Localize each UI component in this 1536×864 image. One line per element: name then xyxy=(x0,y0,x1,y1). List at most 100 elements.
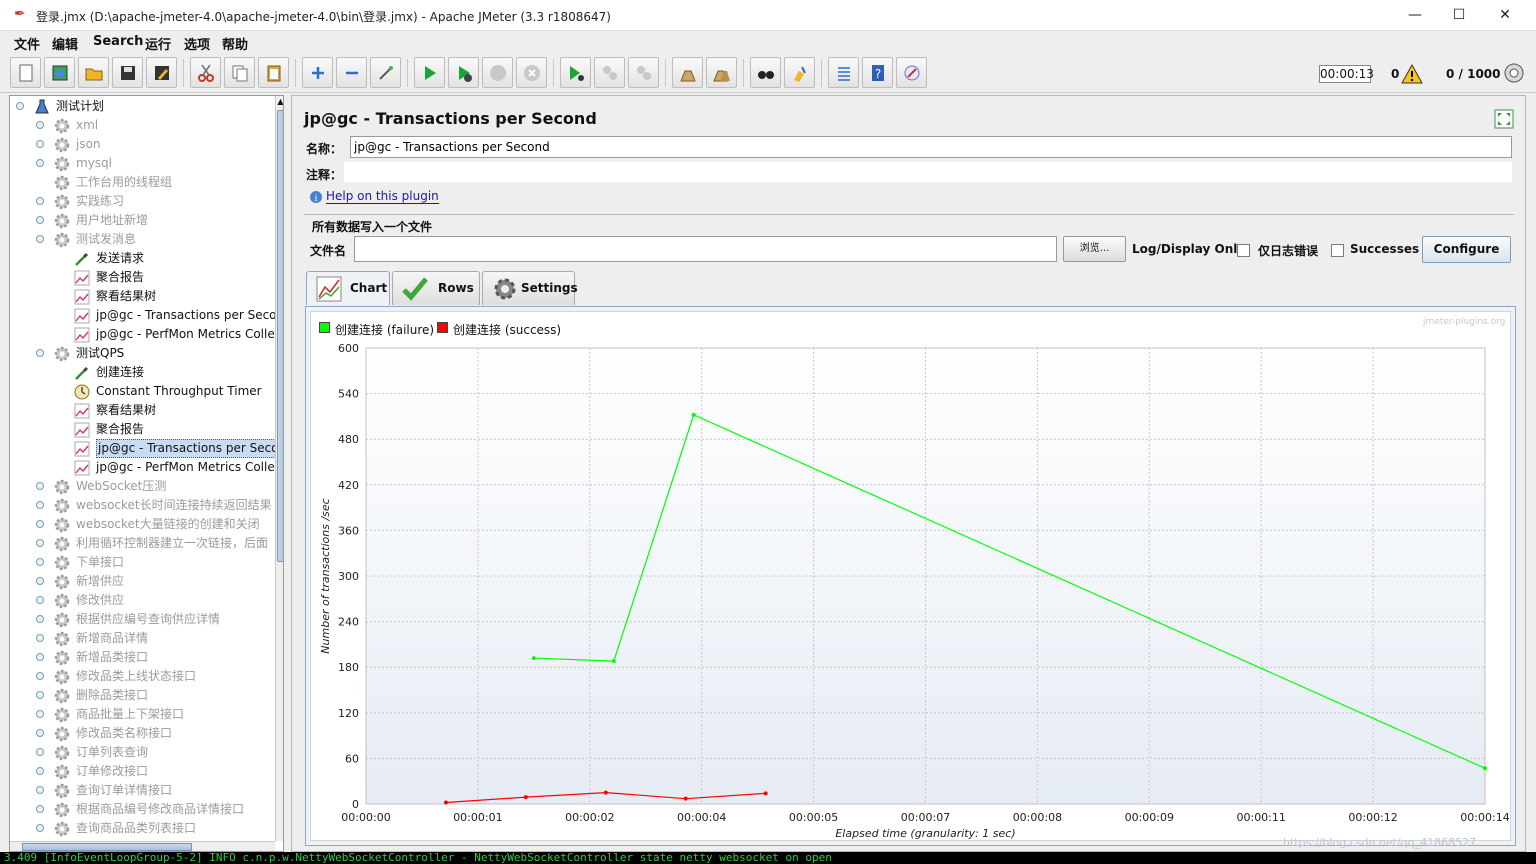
minimize-button[interactable]: — xyxy=(1393,3,1437,27)
successes-checkbox[interactable] xyxy=(1331,244,1344,257)
tree-expand-toggle-icon[interactable] xyxy=(36,197,44,205)
tab-rows[interactable]: Rows xyxy=(392,271,480,305)
tree-expand-toggle-icon[interactable] xyxy=(36,140,44,148)
tree-expand-toggle-icon[interactable] xyxy=(36,691,44,699)
remote-shutdown-button[interactable] xyxy=(628,57,659,88)
data-point xyxy=(1483,766,1487,771)
filename-input[interactable] xyxy=(354,236,1057,262)
maximize-panel-icon[interactable] xyxy=(1494,109,1514,129)
tree-expand-toggle-icon[interactable] xyxy=(36,824,44,832)
save-button[interactable] xyxy=(112,57,143,88)
tab-chart-label: Chart xyxy=(350,281,388,295)
menu-file[interactable]: 文件 xyxy=(14,34,40,53)
play-no-timer-icon xyxy=(459,66,472,82)
tree-expand-toggle-icon[interactable] xyxy=(36,159,44,167)
expand-all-button[interactable] xyxy=(302,57,333,88)
tree-expand-toggle-icon[interactable] xyxy=(36,558,44,566)
shutdown-button[interactable] xyxy=(516,57,547,88)
tree-expand-toggle-icon[interactable] xyxy=(36,634,44,642)
tree-expand-toggle-icon[interactable] xyxy=(36,767,44,775)
tree-expand-toggle-icon[interactable] xyxy=(36,520,44,528)
test-plan-tree[interactable]: 测试计划 xml json mysql 工作台用的线程组 实践练习 用户地址新增 测试发消息发… xyxy=(9,95,284,852)
tree-horizontal-scrollbar[interactable] xyxy=(10,841,275,851)
help-button[interactable]: ? xyxy=(862,57,893,88)
remote-start-button[interactable] xyxy=(560,57,591,88)
open-button[interactable] xyxy=(78,57,109,88)
tree-expand-toggle-icon[interactable] xyxy=(36,121,44,129)
tree-expand-toggle-icon[interactable] xyxy=(36,805,44,813)
templates-icon xyxy=(52,65,68,81)
tree-expand-toggle-icon[interactable] xyxy=(16,102,24,110)
save-edit-icon xyxy=(155,66,169,80)
collapse-all-button[interactable] xyxy=(336,57,367,88)
tree-node-label: json xyxy=(76,137,101,151)
maximize-button[interactable]: ☐ xyxy=(1437,3,1481,27)
tree-expand-toggle-icon[interactable] xyxy=(36,501,44,509)
configure-button[interactable]: Configure xyxy=(1422,236,1511,263)
menu-edit[interactable]: 编辑 xyxy=(52,34,78,53)
graph-icon xyxy=(74,308,90,324)
start-no-pause-button[interactable] xyxy=(448,57,479,88)
menu-search[interactable]: Search xyxy=(93,34,143,49)
start-button[interactable] xyxy=(414,57,445,88)
tree-expand-toggle-icon[interactable] xyxy=(36,577,44,585)
data-point xyxy=(611,659,616,664)
toggle-button[interactable] xyxy=(370,57,401,88)
tree-expand-toggle-icon[interactable] xyxy=(36,235,44,243)
tree-node-label: 根据商品编号修改商品详情接口 xyxy=(76,802,245,816)
name-label: 名称： xyxy=(306,142,343,156)
function-helper-button[interactable] xyxy=(828,57,859,88)
tree-expand-toggle-icon[interactable] xyxy=(36,729,44,737)
tree-expand-toggle-icon[interactable] xyxy=(36,596,44,604)
search-button[interactable] xyxy=(750,57,781,88)
tree-expand-toggle-icon[interactable] xyxy=(36,710,44,718)
warning-icon[interactable] xyxy=(1401,64,1423,84)
tab-chart[interactable]: Chart xyxy=(306,271,390,305)
menu-options[interactable]: 选项 xyxy=(184,34,210,53)
browse-button[interactable]: 浏览... xyxy=(1063,236,1126,262)
tree-scroll-thumb[interactable] xyxy=(277,110,283,562)
copy-button[interactable] xyxy=(224,57,255,88)
tree-expand-toggle-icon[interactable] xyxy=(36,786,44,794)
new-button[interactable] xyxy=(10,57,41,88)
cut-button[interactable] xyxy=(190,57,221,88)
remote-stop-button[interactable] xyxy=(594,57,625,88)
clear-button[interactable] xyxy=(672,57,703,88)
paste-button[interactable] xyxy=(258,57,289,88)
tree-expand-toggle-icon[interactable] xyxy=(36,615,44,623)
close-button[interactable]: ✕ xyxy=(1483,3,1527,27)
errors-only-checkbox[interactable] xyxy=(1237,244,1250,257)
menu-run[interactable]: 运行 xyxy=(145,34,171,53)
save-as-button[interactable] xyxy=(146,57,177,88)
remote-shutdown-icon xyxy=(637,66,651,80)
elapsed-timer: 00:00:13 xyxy=(1319,65,1374,83)
templates-button[interactable] xyxy=(44,57,75,88)
filename-label: 文件名 xyxy=(310,244,347,258)
tab-settings[interactable]: Settings xyxy=(482,271,578,305)
tps-chart: 0 60 120 180 240 300 360 420 480 540 600 00:00:00 00… xyxy=(319,342,1510,840)
broom-all-icon xyxy=(713,70,730,82)
tree-hscroll-thumb[interactable] xyxy=(22,843,192,851)
reset-search-button[interactable] xyxy=(784,57,815,88)
chart-area[interactable]: jmeter-plugins.org 0 60 120 180 240 300 360 420… xyxy=(310,311,1511,841)
help-plugin-link[interactable]: Help on this plugin xyxy=(326,189,439,204)
tree-expand-toggle-icon[interactable] xyxy=(36,539,44,547)
comment-input[interactable] xyxy=(344,162,1512,182)
tree-expand-toggle-icon[interactable] xyxy=(36,672,44,680)
y-tick-label: 600 xyxy=(338,342,359,355)
plugins-manager-button[interactable] xyxy=(896,57,927,88)
stop-button[interactable] xyxy=(482,57,513,88)
svg-text:i: i xyxy=(315,194,318,204)
name-input[interactable] xyxy=(350,136,1512,158)
tree-expand-toggle-icon[interactable] xyxy=(36,216,44,224)
tree-expand-toggle-icon[interactable] xyxy=(36,748,44,756)
tree-expand-toggle-icon[interactable] xyxy=(36,349,44,357)
scroll-up-arrow-icon[interactable]: ▲ xyxy=(276,96,283,108)
menu-help[interactable]: 帮助 xyxy=(222,34,248,53)
tree-expand-toggle-icon[interactable] xyxy=(36,653,44,661)
tree-vertical-scrollbar[interactable]: ▲ xyxy=(275,96,283,841)
clear-all-button[interactable] xyxy=(706,57,737,88)
tree-node-label: 工作台用的线程组 xyxy=(76,175,173,189)
tree-expand-toggle-icon[interactable] xyxy=(36,482,44,490)
gear-icon xyxy=(54,650,70,666)
